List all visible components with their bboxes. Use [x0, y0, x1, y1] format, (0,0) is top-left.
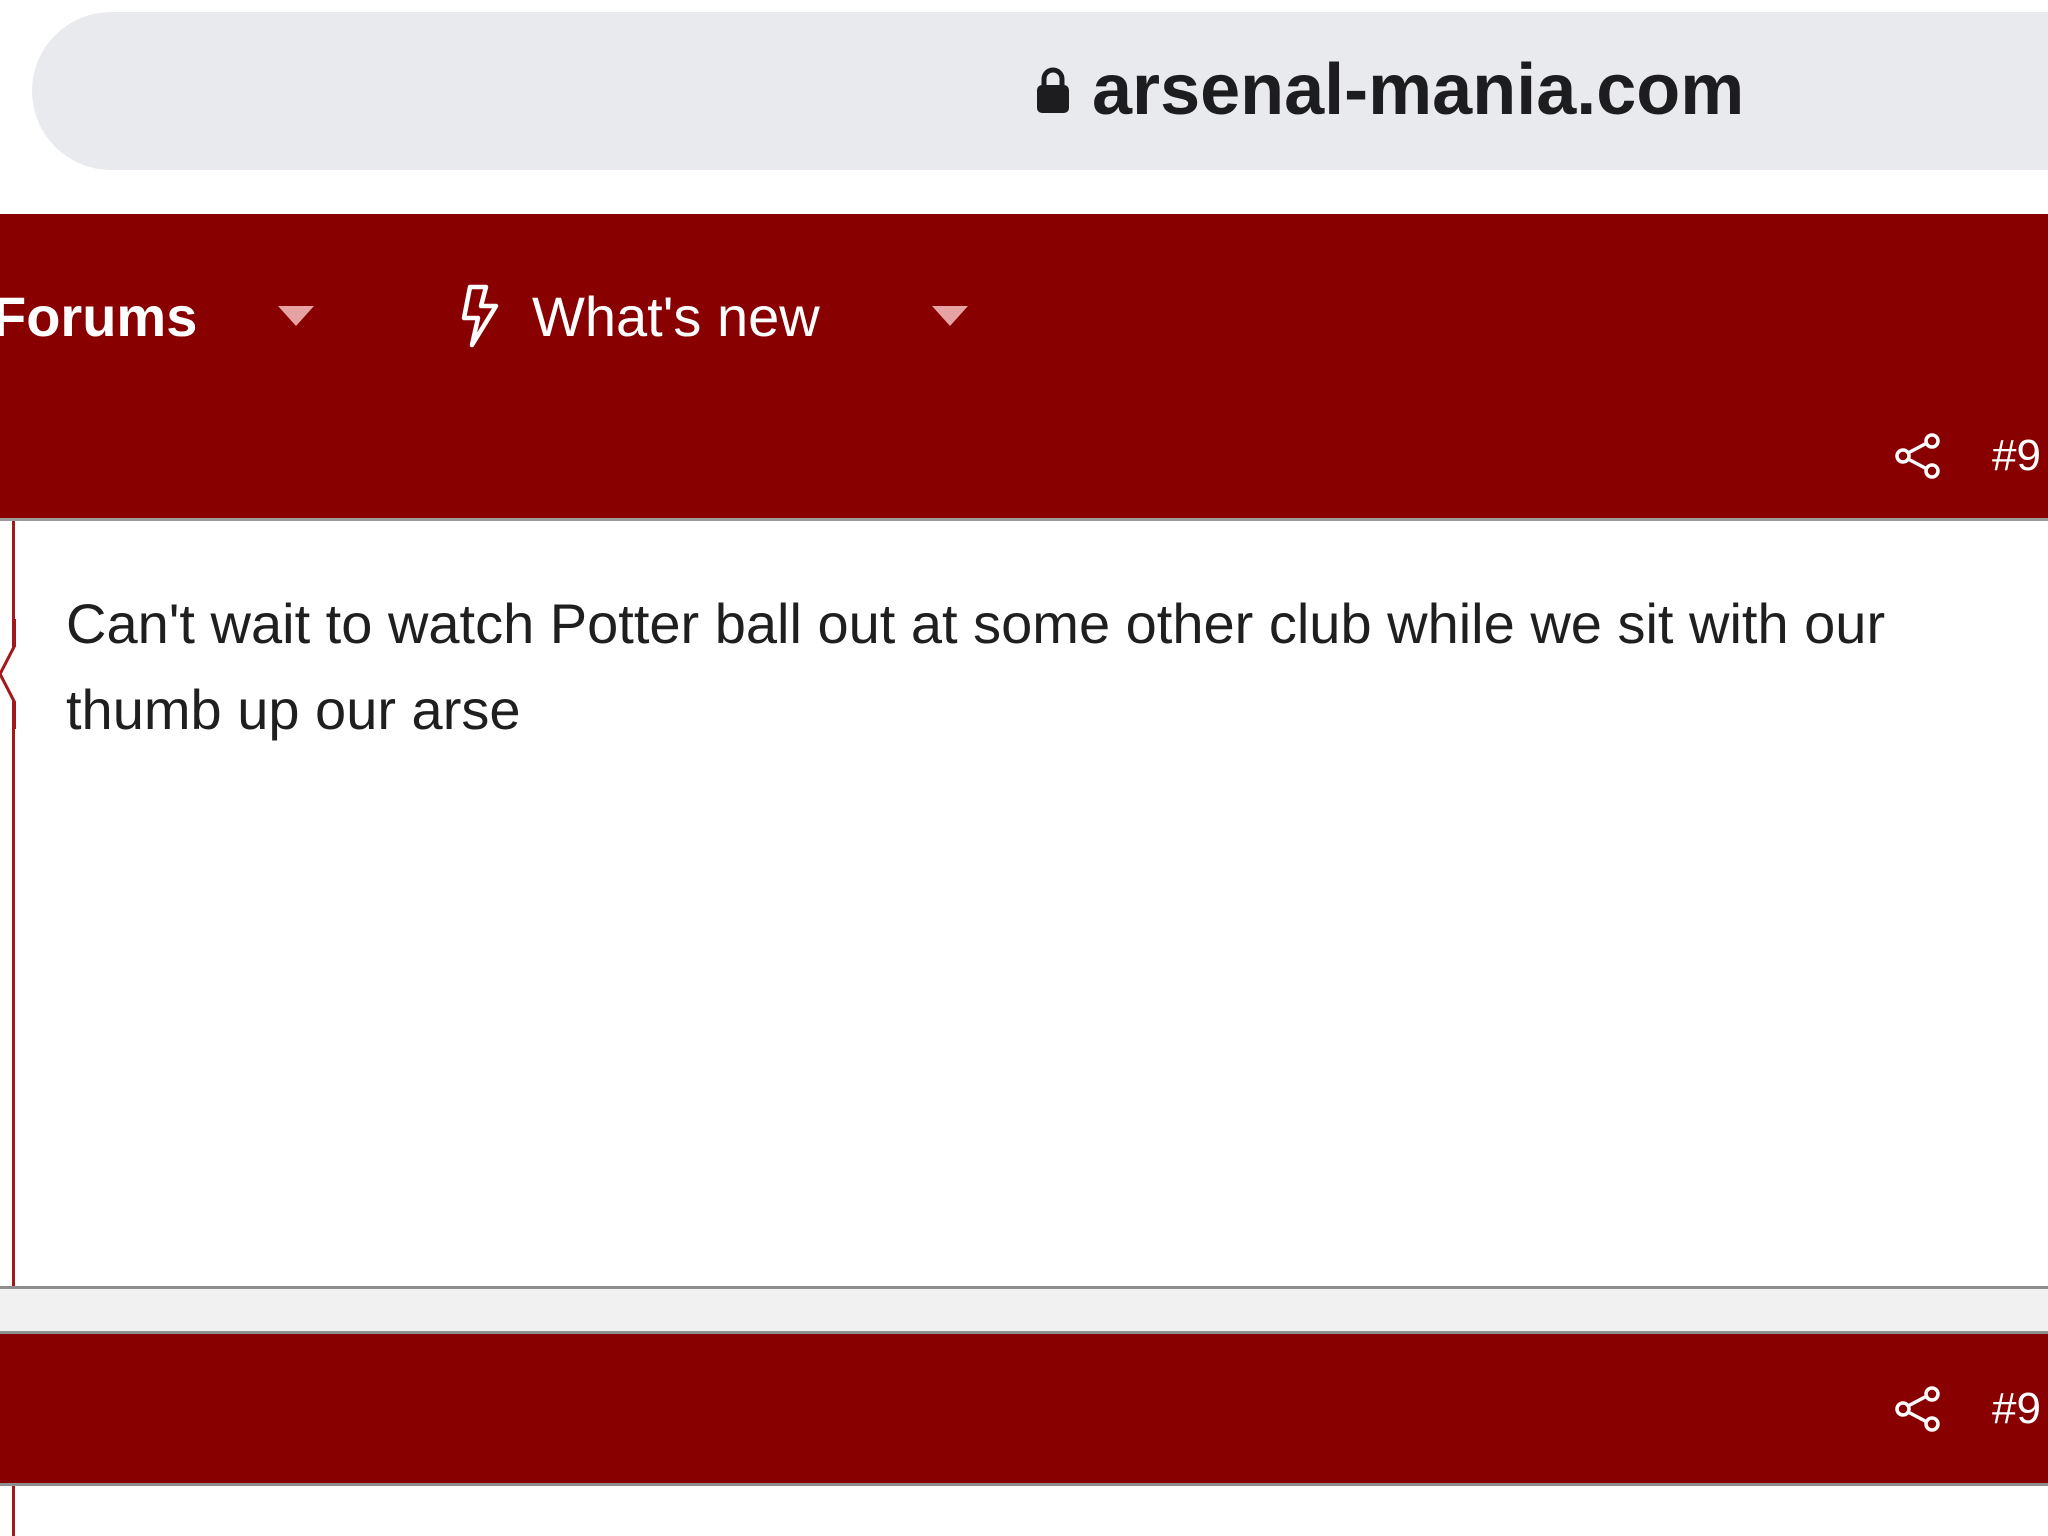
url-text: arsenal-mania.com — [1092, 50, 1745, 130]
nav-tab-forums-label: Forums — [0, 284, 198, 348]
post-permalink-number[interactable]: #9 — [1992, 1384, 2048, 1434]
bolt-icon — [461, 284, 499, 348]
post-separator — [0, 1286, 2048, 1334]
whats-new-dropdown-chevron-down-icon[interactable] — [930, 302, 970, 330]
post-header: #9 — [0, 394, 2048, 518]
post-message-text: Can't wait to watch Potter ball out at s… — [66, 592, 1886, 741]
nav-tab-whats-new[interactable]: What's new — [456, 276, 820, 356]
page: arsenal-mania.com Forums What's new #9 C… — [0, 0, 2048, 1536]
post-meta: #9 — [1894, 1334, 2048, 1483]
nav-tab-whats-new-label: What's new — [532, 284, 820, 348]
forums-dropdown-chevron-down-icon[interactable] — [276, 302, 316, 330]
post-body: Can't wait to watch Potter ball out at s… — [0, 518, 2048, 1289]
post-left-rule — [12, 1486, 15, 1536]
browser-toolbar: arsenal-mania.com — [0, 0, 2048, 214]
lock-icon — [1037, 67, 1069, 113]
nav-tabs: Forums What's new — [0, 276, 2048, 356]
share-icon[interactable] — [1894, 432, 1942, 480]
address-bar-content[interactable]: arsenal-mania.com — [1036, 40, 1744, 140]
nav-tab-forums[interactable]: Forums — [0, 276, 197, 356]
post-header: #9 — [0, 1334, 2048, 1486]
post-meta: #9 — [1894, 394, 2048, 518]
share-icon[interactable] — [1894, 1385, 1942, 1433]
message-arrow-icon — [0, 619, 16, 729]
forum-nav: Forums What's new #9 — [0, 214, 2048, 518]
post-permalink-number[interactable]: #9 — [1992, 431, 2048, 481]
post-body — [0, 1486, 2048, 1536]
